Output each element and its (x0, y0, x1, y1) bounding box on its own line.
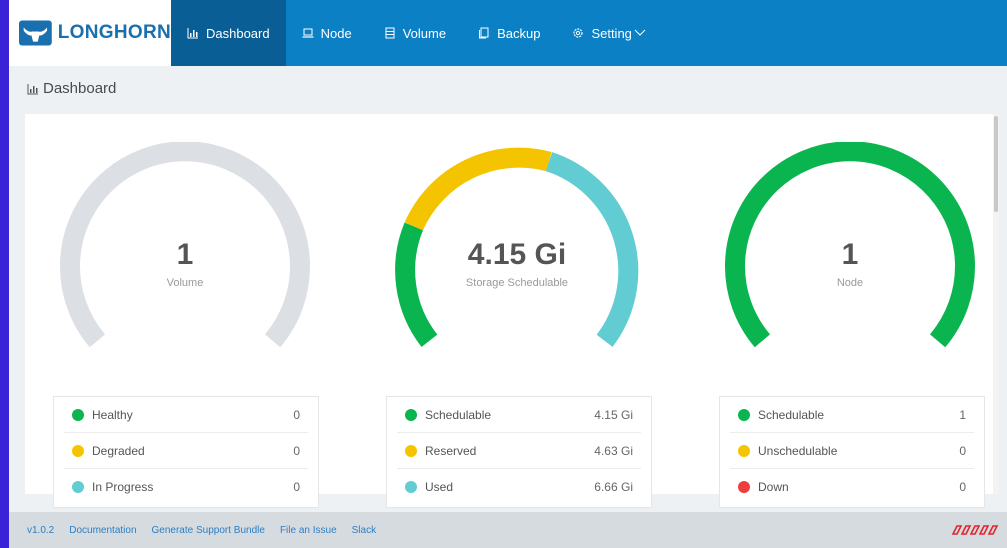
rancher-logo-icon (951, 525, 999, 535)
page-title: Dashboard (27, 80, 116, 97)
app-name: LONGHORN (57, 22, 171, 43)
logo[interactable]: LONGHORN (9, 0, 171, 66)
node-gauge-value: 1 (841, 238, 859, 271)
documentation-link[interactable]: Documentation (69, 525, 136, 536)
legend-row[interactable]: Used 6.66 Gi (397, 469, 641, 504)
legend-row[interactable]: In Progress 0 (64, 469, 308, 504)
storage-legend: Schedulable 4.15 Gi Reserved 4.63 Gi Use… (386, 396, 652, 508)
storage-gauge-value: 4.15 Gi (467, 238, 567, 271)
legend-row[interactable]: Degraded 0 (64, 433, 308, 469)
volume-gauge-label: Volume (166, 277, 204, 289)
support-bundle-link[interactable]: Generate Support Bundle (152, 525, 265, 536)
legend-row[interactable]: Reserved 4.63 Gi (397, 433, 641, 469)
legend-row[interactable]: Schedulable 4.15 Gi (397, 397, 641, 433)
nav-volume[interactable]: Volume (368, 0, 462, 66)
legend-label: Degraded (92, 443, 145, 458)
yellow-status-dot (405, 444, 417, 457)
database-icon (385, 27, 395, 39)
bar-chart-icon (187, 28, 198, 39)
legend-label: Down (758, 479, 789, 494)
laptop-icon (302, 28, 314, 38)
nav-dashboard-label: Dashboard (206, 25, 270, 41)
nav-node-label: Node (320, 25, 352, 41)
legend-row[interactable]: Down 0 (730, 469, 974, 504)
legend-value: 0 (293, 443, 300, 458)
red-status-dot (738, 480, 750, 493)
file-issue-link[interactable]: File an Issue (280, 525, 337, 536)
legend-value: 4.15 Gi (594, 407, 633, 422)
nav-volume-label: Volume (402, 25, 447, 41)
node-legend: Schedulable 1 Unschedulable 0 Down 0 (719, 396, 985, 508)
legend-label: Unschedulable (758, 443, 838, 458)
cyan-status-dot (72, 480, 84, 493)
legend-value: 0 (959, 479, 966, 494)
legend-row[interactable]: Healthy 0 (64, 397, 308, 433)
version-link[interactable]: v1.0.2 (27, 525, 54, 536)
slack-link[interactable]: Slack (352, 525, 376, 536)
bar-chart-icon (27, 83, 38, 94)
volume-gauge-value: 1 (176, 238, 194, 271)
legend-value: 0 (293, 407, 300, 422)
yellow-status-dot (72, 444, 84, 457)
legend-row[interactable]: Schedulable 1 (730, 397, 974, 433)
nav-backup-label: Backup (497, 25, 541, 41)
cyan-status-dot (405, 480, 417, 493)
legend-label: In Progress (92, 479, 154, 494)
longhorn-logo-icon (19, 20, 52, 46)
app-frame: LONGHORN Dashboard Node Volume Backup Se… (9, 0, 1007, 548)
node-gauge-label: Node (836, 277, 864, 289)
page-title-text: Dashboard (43, 80, 117, 97)
vertical-scrollbar[interactable] (993, 114, 999, 494)
nav-backup[interactable]: Backup (462, 0, 556, 66)
storage-gauge-label: Storage Schedulable (465, 277, 569, 289)
legend-label: Schedulable (425, 407, 492, 422)
gear-icon (573, 28, 584, 38)
chevron-down-icon (634, 29, 646, 36)
green-status-dot (738, 408, 750, 421)
scrollbar-thumb[interactable] (994, 116, 998, 212)
legend-value: 0 (293, 479, 300, 494)
main-nav: Dashboard Node Volume Backup Setting (171, 0, 662, 66)
volume-legend: Healthy 0 Degraded 0 In Progress 0 (53, 396, 319, 508)
green-status-dot (72, 408, 84, 421)
nav-dashboard[interactable]: Dashboard (171, 0, 286, 66)
legend-value: 6.66 Gi (594, 479, 633, 494)
footer: v1.0.2 Documentation Generate Support Bu… (9, 512, 1007, 548)
legend-value: 4.63 Gi (594, 443, 633, 458)
copy-icon (479, 27, 489, 39)
yellow-status-dot (738, 444, 750, 457)
legend-label: Healthy (92, 407, 133, 422)
legend-row[interactable]: Unschedulable 0 (730, 433, 974, 469)
top-header: LONGHORN Dashboard Node Volume Backup Se… (9, 0, 1007, 66)
nav-setting[interactable]: Setting (556, 0, 661, 66)
legend-label: Schedulable (758, 407, 825, 422)
dashboard-card: 1 Volume 4.15 Gi Storage Schedulable 1 N… (25, 114, 993, 508)
legend-value: 0 (959, 443, 966, 458)
nav-setting-label: Setting (591, 25, 632, 41)
nav-node[interactable]: Node (286, 0, 368, 66)
legend-value: 1 (959, 407, 966, 422)
green-status-dot (405, 408, 417, 421)
legend-label: Used (425, 479, 454, 494)
legend-label: Reserved (425, 443, 477, 458)
